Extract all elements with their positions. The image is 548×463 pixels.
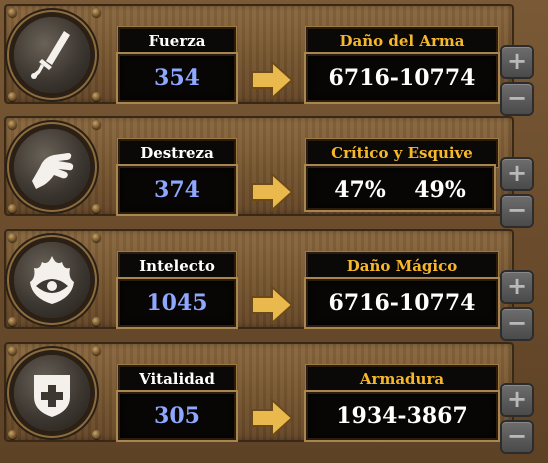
rivet <box>92 233 101 242</box>
rivet <box>92 120 101 129</box>
stat-value: 354 <box>118 54 236 102</box>
rivet <box>92 346 101 355</box>
stat-name: Vitalidad <box>118 365 236 393</box>
stat-value: 305 <box>118 392 236 440</box>
arrow-right-icon <box>251 285 294 325</box>
decrease-button[interactable]: − <box>502 84 532 114</box>
rivet <box>8 92 17 101</box>
decrease-button[interactable]: − <box>502 422 532 452</box>
rivet <box>92 430 101 439</box>
stat-row-destreza: Destreza 374 Crítico y Esquive 47% 49% +… <box>0 112 548 226</box>
derived-value: 1934-3867 <box>306 392 498 440</box>
derived-value: 6716-10774 <box>306 54 498 102</box>
stat-row-intelecto: Intelecto 1045 Daño Mágico 6716-10774 + … <box>0 225 548 339</box>
dodge-value: 49% <box>414 177 466 203</box>
decrease-button[interactable]: − <box>502 309 532 339</box>
rivet <box>8 8 17 17</box>
rivet <box>92 204 101 213</box>
sword-icon <box>14 17 90 93</box>
rivet <box>92 8 101 17</box>
rivet <box>8 233 17 242</box>
stat-name: Destreza <box>118 139 236 167</box>
increase-button[interactable]: + <box>502 385 532 415</box>
rivet <box>8 317 17 326</box>
rivet <box>92 317 101 326</box>
critical-value: 47% <box>334 177 386 203</box>
flaming-eye-icon <box>14 242 90 318</box>
increase-button[interactable]: + <box>502 272 532 302</box>
stat-row-vitalidad: Vitalidad 305 Armadura 1934-3867 + − <box>0 338 548 452</box>
derived-value: 47% 49% <box>306 166 494 210</box>
increase-button[interactable]: + <box>502 47 532 77</box>
rivet <box>8 120 17 129</box>
decrease-button[interactable]: − <box>502 196 532 226</box>
derived-value: 6716-10774 <box>306 279 498 327</box>
rivet <box>92 92 101 101</box>
derived-label: Armadura <box>306 365 498 393</box>
stat-row-fuerza: Fuerza 354 Daño del Arma 6716-10774 + − <box>0 0 548 114</box>
increase-button[interactable]: + <box>502 159 532 189</box>
stat-name: Fuerza <box>118 27 236 55</box>
arrow-right-icon <box>251 60 294 100</box>
rivet <box>8 204 17 213</box>
arrow-right-icon <box>251 398 294 438</box>
derived-label: Daño Mágico <box>306 252 498 280</box>
rivet <box>8 430 17 439</box>
derived-label: Crítico y Esquive <box>306 139 498 167</box>
shield-cross-icon <box>14 355 90 431</box>
stat-value: 374 <box>118 166 236 214</box>
stat-name: Intelecto <box>118 252 236 280</box>
arrow-right-icon <box>251 172 294 212</box>
stat-value: 1045 <box>118 279 236 327</box>
hand-icon <box>14 129 90 205</box>
rivet <box>8 346 17 355</box>
derived-label: Daño del Arma <box>306 27 498 55</box>
